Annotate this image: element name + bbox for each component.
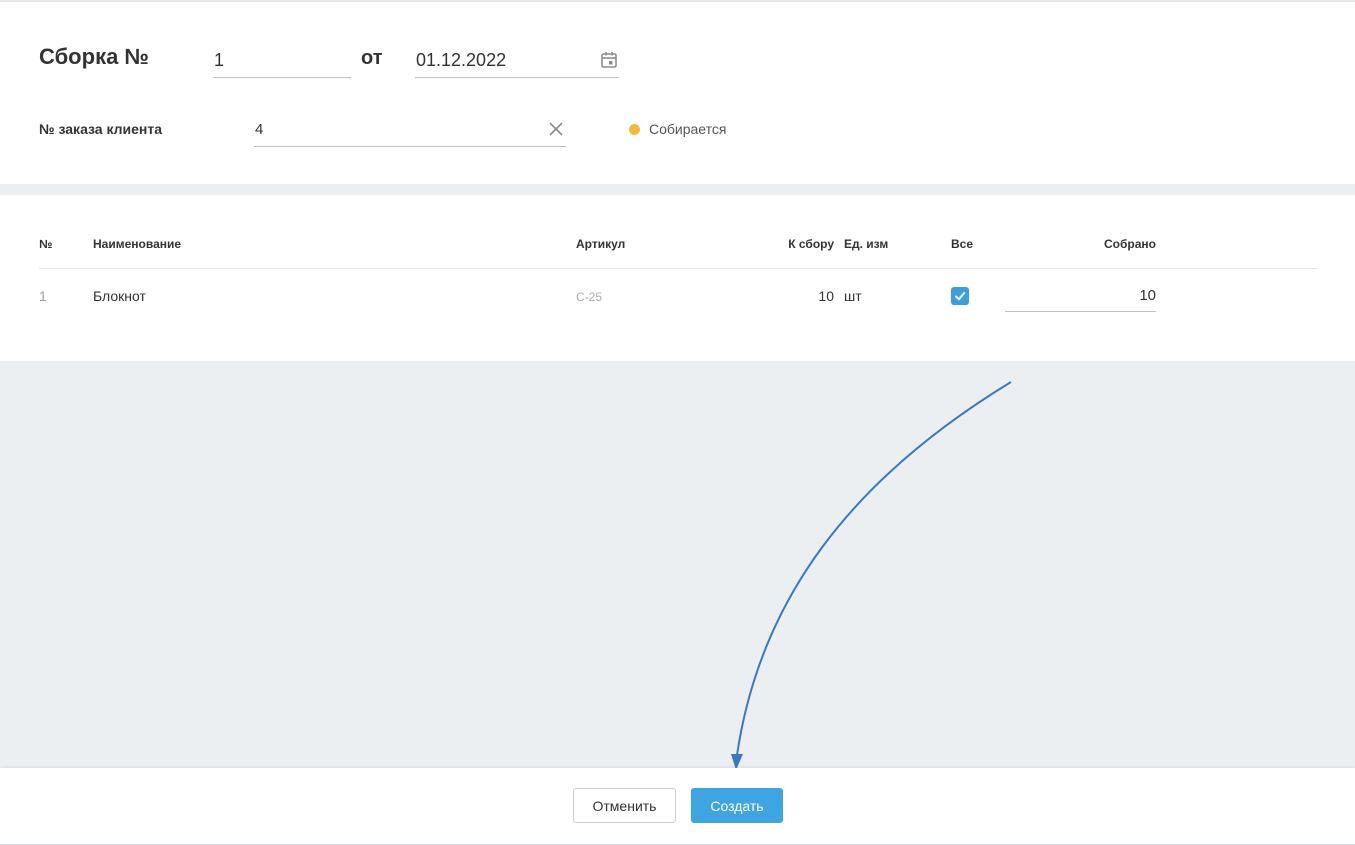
client-order-label: № заказа клиента <box>39 121 163 137</box>
row-collected-value: 10 <box>1139 287 1156 304</box>
status-text: Собирается <box>649 121 727 137</box>
column-header-unit: Ед. изм <box>844 237 889 251</box>
page-title: Сборка № <box>39 44 149 69</box>
document-date-value: 01.12.2022 <box>416 50 507 70</box>
check-icon <box>955 292 966 301</box>
calendar-icon[interactable] <box>599 50 619 70</box>
cancel-button[interactable]: Отменить <box>573 788 676 823</box>
document-header: Сборка № 1 от 01.12.2022 № заказа клиент… <box>0 2 1355 184</box>
client-order-input[interactable]: 4 <box>254 112 566 147</box>
row-all-checkbox[interactable] <box>951 287 969 305</box>
status-badge: Собирается <box>629 121 726 137</box>
row-sku: С-25 <box>576 290 603 304</box>
column-header-num: № <box>39 237 53 251</box>
items-table: № Наименование Артикул К сбору Ед. изм В… <box>0 195 1355 361</box>
row-collected-input[interactable]: 10 <box>1005 281 1156 312</box>
status-dot-icon <box>629 123 640 135</box>
document-date-input[interactable]: 01.12.2022 <box>415 43 619 78</box>
row-num: 1 <box>39 288 47 304</box>
column-header-all: Все <box>951 237 974 251</box>
row-name: Блокнот <box>93 288 146 304</box>
document-number-input[interactable]: 1 <box>213 43 351 78</box>
create-button[interactable]: Создать <box>691 788 783 823</box>
document-number-value: 1 <box>214 50 225 70</box>
close-icon[interactable] <box>548 121 564 137</box>
row-to-collect: 10 <box>818 288 834 304</box>
row-unit: шт <box>844 288 862 304</box>
column-header-collected: Собрано <box>1104 237 1156 251</box>
action-bar: Отменить Создать <box>0 768 1355 844</box>
client-order-value: 4 <box>255 121 264 138</box>
table-header-divider <box>39 268 1317 269</box>
date-from-label: от <box>361 47 383 69</box>
column-header-to-collect: К сбору <box>788 237 834 251</box>
column-header-sku: Артикул <box>576 237 626 251</box>
column-header-name: Наименование <box>93 237 182 251</box>
